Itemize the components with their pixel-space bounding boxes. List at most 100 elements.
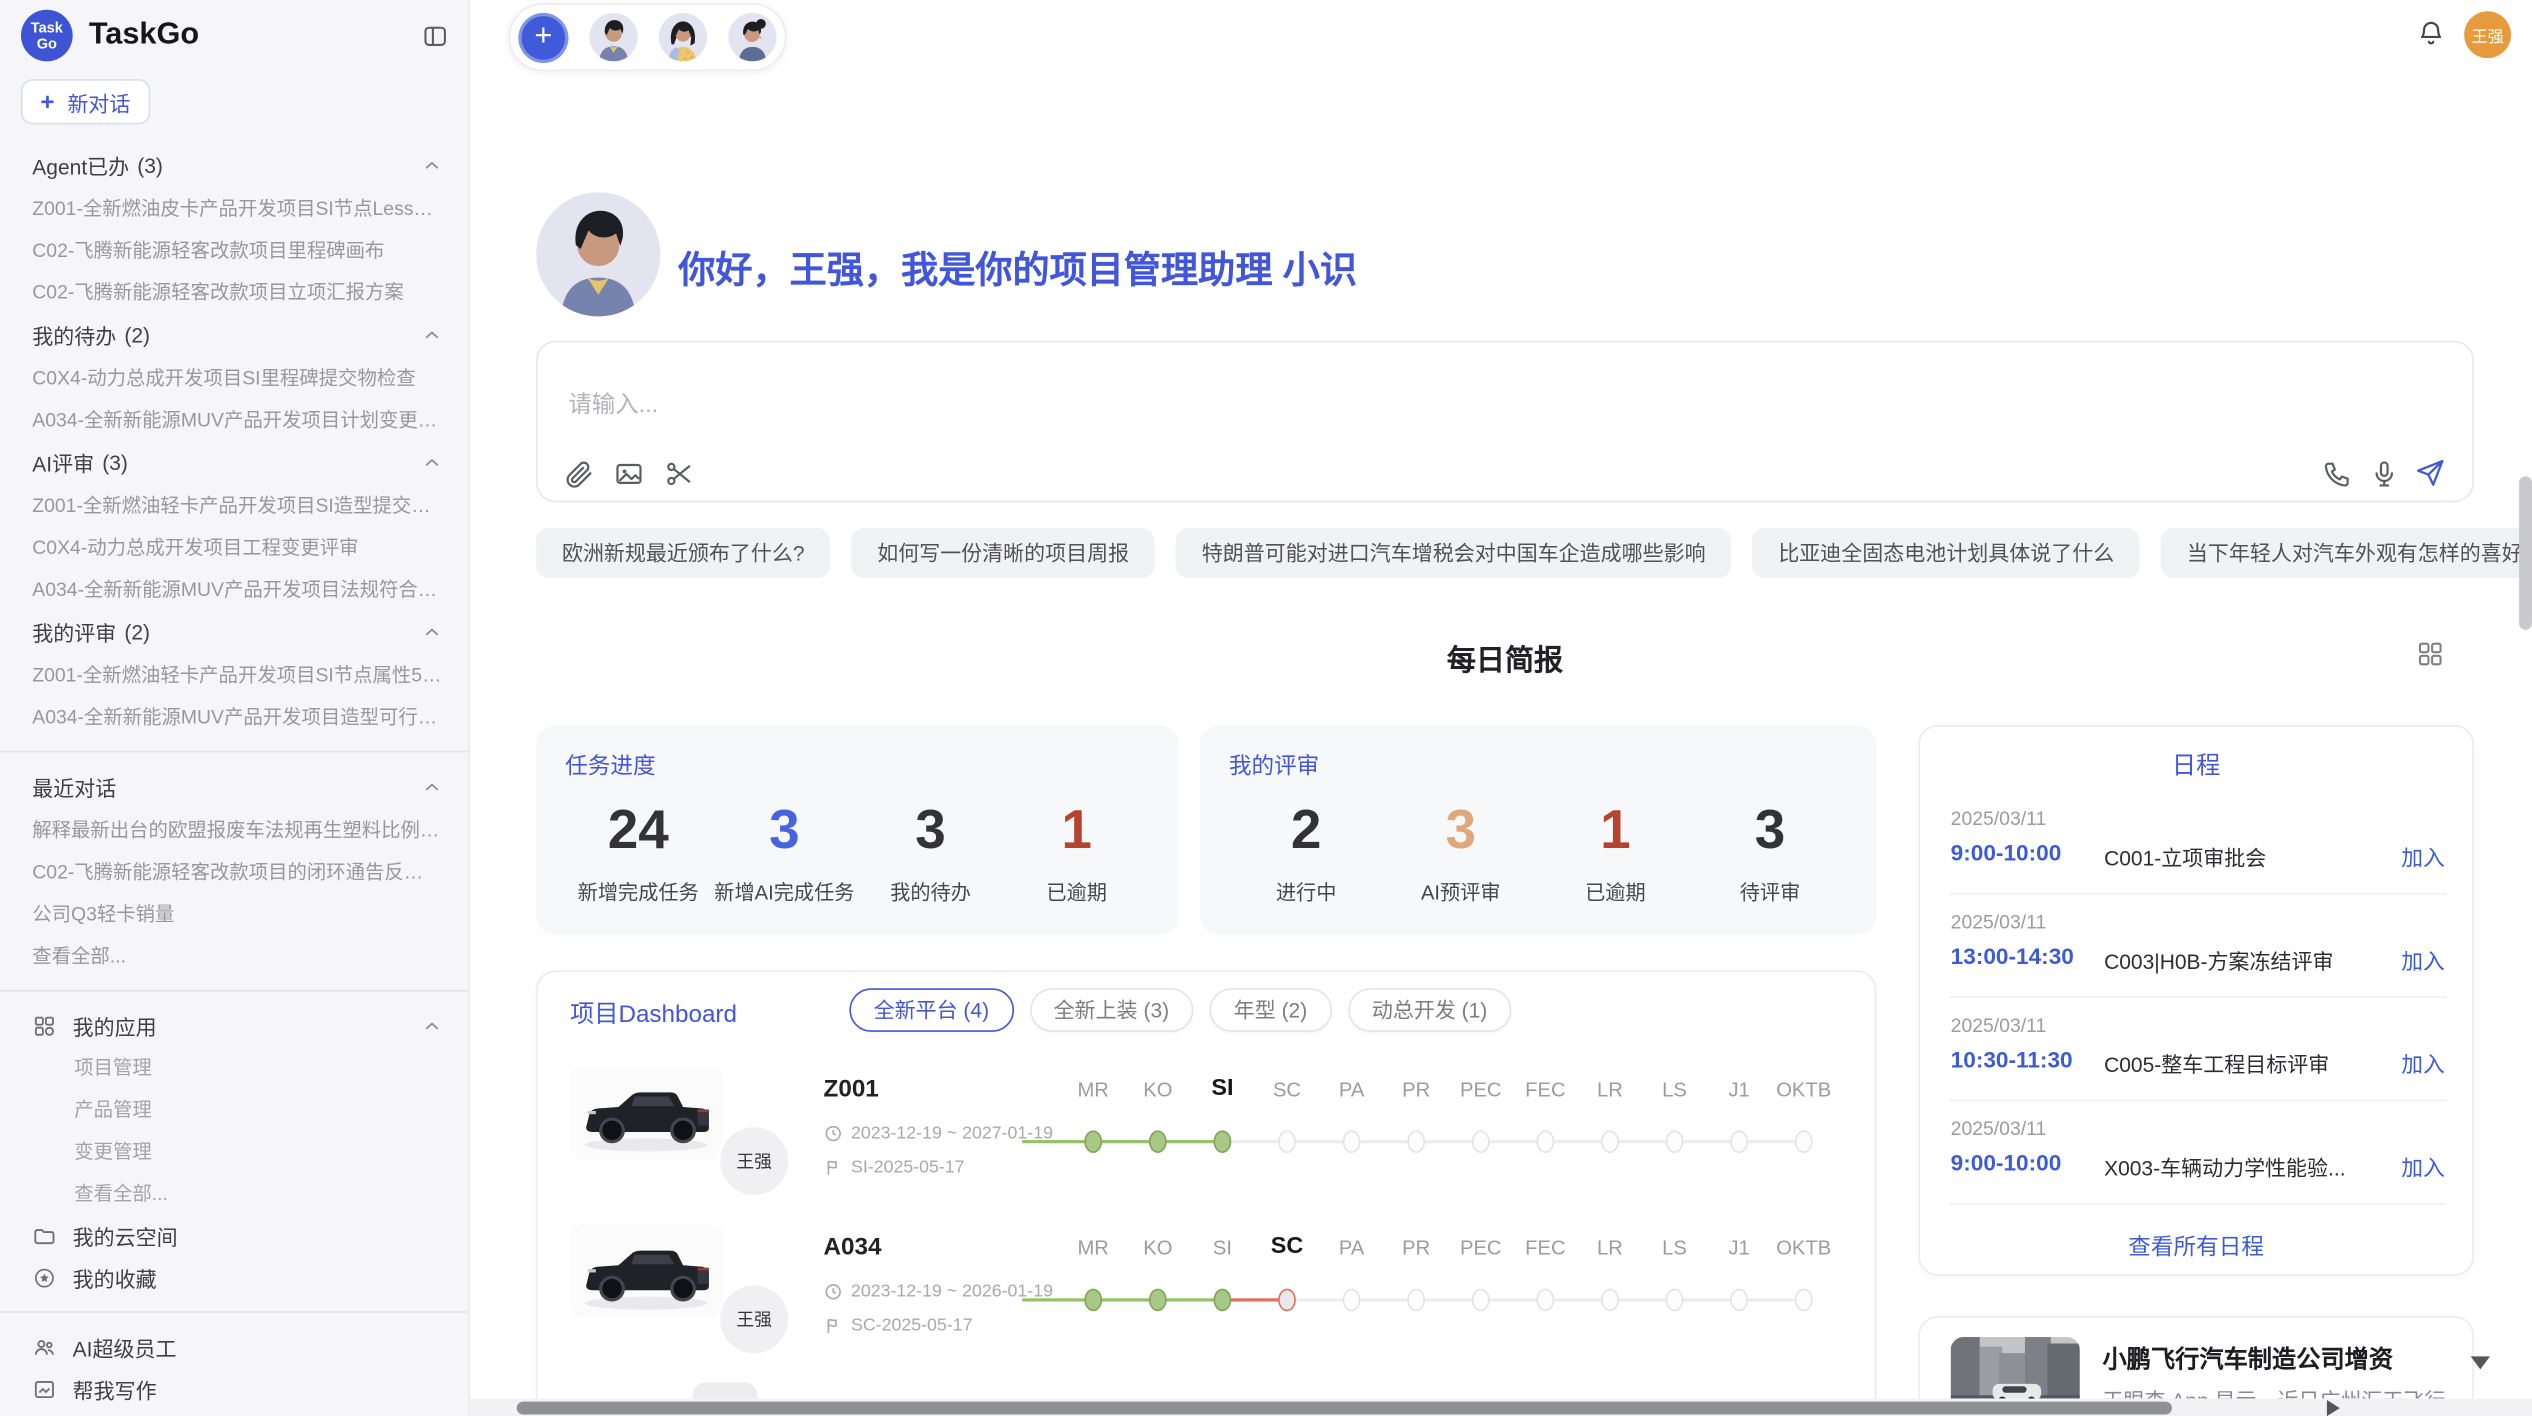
dashboard-tab[interactable]: 年型 (2)	[1210, 988, 1332, 1032]
app-item[interactable]: 产品管理	[0, 1088, 468, 1130]
favorites-icon	[32, 1265, 56, 1289]
milestone-connector	[1022, 1298, 1093, 1301]
suggestion-chip[interactable]: 比亚迪全固态电池计划具体说了什么	[1752, 528, 2140, 578]
briefing-grid-icon[interactable]	[2416, 639, 2445, 668]
milestone-j1[interactable]: J1	[1707, 1237, 1772, 1315]
suggestion-chip[interactable]: 如何写一份清晰的项目周报	[851, 528, 1155, 578]
schedule-join-link[interactable]: 加入	[2401, 840, 2445, 872]
milestone-ls[interactable]: LS	[1642, 1237, 1707, 1315]
milestone-lr[interactable]: LR	[1578, 1237, 1643, 1315]
project-row: 王强A0342023-12-19 ~ 2026-01-19SC-2025-05-…	[538, 1224, 1878, 1382]
milestone-j1[interactable]: J1	[1707, 1079, 1772, 1157]
dashboard-tab[interactable]: 动总开发 (1)	[1348, 988, 1512, 1032]
user-avatar[interactable]: 王强	[2464, 11, 2511, 58]
milestone-pr[interactable]: PR	[1384, 1079, 1449, 1157]
milestone-label: PA	[1319, 1079, 1384, 1102]
session-avatar-3[interactable]	[728, 13, 776, 61]
sidebar-task-item[interactable]: Z001-全新燃油轻卡产品开发项目SI节点属性5D文件评审	[0, 654, 468, 696]
suggestion-chip[interactable]: 当下年轻人对汽车外观有怎样的喜好趋势	[2161, 528, 2532, 578]
milestone-ko[interactable]: KO	[1126, 1237, 1191, 1315]
sidebar-tool-ai-staff[interactable]: AI超级员工	[0, 1326, 468, 1368]
stat-label: AI预评审	[1383, 875, 1538, 906]
vertical-scrollbar-thumb[interactable]	[2519, 476, 2532, 629]
suggestion-chip[interactable]: 欧洲新规最近颁布了什么?	[536, 528, 830, 578]
recent-chat-item[interactable]: C02-飞腾新能源轻客改款项目的闭环通告反馈情况	[0, 851, 468, 893]
milestone-oktb[interactable]: OKTB	[1771, 1237, 1836, 1315]
sidebar-tool-writing[interactable]: 帮我写作	[0, 1368, 468, 1410]
sidebar-task-item[interactable]: C02-飞腾新能源轻客改款项目立项汇报方案	[0, 271, 468, 313]
sidebar-tool-drawing[interactable]: 创意制图	[0, 1410, 468, 1416]
sidebar-task-item[interactable]: C0X4-动力总成开发项目工程变更评审	[0, 526, 468, 568]
my-apps-header[interactable]: 我的应用	[0, 1004, 468, 1046]
scroll-right-arrow-icon[interactable]	[2327, 1400, 2340, 1416]
suggestion-chip[interactable]: 特朗普可能对进口汽车增税会对中国车企造成哪些影响	[1176, 528, 1732, 578]
milestone-pa[interactable]: PA	[1319, 1237, 1384, 1315]
schedule-join-link[interactable]: 加入	[2401, 943, 2445, 975]
sidebar-section-header-2[interactable]: AI评审(3)	[0, 441, 468, 485]
project-milestones: MRKOSISCPAPRPECFECLRLSJ1OKTB	[1061, 1237, 1836, 1315]
sidebar-task-item[interactable]: C02-飞腾新能源轻客改款项目里程碑画布	[0, 229, 468, 271]
sidebar-collapse-icon[interactable]	[421, 22, 448, 49]
bell-icon[interactable]	[2416, 18, 2447, 49]
add-session-button[interactable]: +	[518, 12, 568, 62]
sidebar-task-item[interactable]: A034-全新新能源MUV产品开发项目计划变更表编写	[0, 399, 468, 441]
milestone-pa[interactable]: PA	[1319, 1079, 1384, 1157]
milestone-sc[interactable]: SC	[1255, 1079, 1320, 1157]
session-avatar-1[interactable]	[589, 13, 637, 61]
milestone-oktb[interactable]: OKTB	[1771, 1079, 1836, 1157]
milestone-mr[interactable]: MR	[1061, 1079, 1126, 1157]
dashboard-tab[interactable]: 全新平台 (4)	[849, 988, 1013, 1032]
sidebar-section-header-3[interactable]: 我的评审(2)	[0, 610, 468, 654]
dashboard-tab[interactable]: 全新上装 (3)	[1029, 988, 1193, 1032]
microphone-icon[interactable]	[2369, 459, 2400, 490]
sidebar-entry-cloud-folder[interactable]: 我的云空间	[0, 1214, 468, 1256]
milestone-pec[interactable]: PEC	[1448, 1079, 1513, 1157]
app-item[interactable]: 变更管理	[0, 1130, 468, 1172]
sidebar-section-header-0[interactable]: Agent已办(3)	[0, 144, 468, 188]
schedule-time: 13:00-14:30	[1951, 943, 2074, 969]
recent-chat-item[interactable]: 解释最新出台的欧盟报废车法规再生塑料比例被调至15%...	[0, 809, 468, 851]
section-label: 最近对话	[32, 772, 116, 803]
recent-chat-item[interactable]: 公司Q3轻卡销量	[0, 893, 468, 935]
milestone-si[interactable]: SI	[1190, 1079, 1255, 1157]
scissors-icon[interactable]	[664, 459, 695, 490]
send-icon[interactable]	[2414, 457, 2446, 489]
phone-icon[interactable]	[2322, 459, 2353, 490]
sidebar-task-item[interactable]: Z001-全新燃油皮卡产品开发项目SI节点Lesson Learn报告	[0, 187, 468, 229]
recent-chats-view-all[interactable]: 查看全部...	[0, 935, 468, 977]
milestone-dot	[1278, 1130, 1296, 1153]
schedule-join-link[interactable]: 加入	[2401, 1046, 2445, 1078]
stat-label: 进行中	[1229, 875, 1384, 906]
app-item[interactable]: 项目管理	[0, 1046, 468, 1088]
session-avatar-2[interactable]	[659, 13, 707, 61]
horizontal-scrollbar[interactable]	[470, 1398, 2532, 1416]
milestone-sc[interactable]: SC	[1255, 1237, 1320, 1315]
milestone-label: PEC	[1448, 1079, 1513, 1102]
recent-chats-header[interactable]: 最近对话	[0, 765, 468, 809]
milestone-pec[interactable]: PEC	[1448, 1237, 1513, 1315]
schedule-join-link[interactable]: 加入	[2401, 1150, 2445, 1182]
apps-view-all[interactable]: 查看全部...	[0, 1172, 468, 1214]
milestone-fec[interactable]: FEC	[1513, 1237, 1578, 1315]
sidebar-task-item[interactable]: A034-全新新能源MUV产品开发项目法规符合性评审	[0, 568, 468, 610]
milestone-fec[interactable]: FEC	[1513, 1079, 1578, 1157]
sidebar-task-item[interactable]: C0X4-动力总成开发项目SI里程碑提交物检查	[0, 357, 468, 399]
milestone-si[interactable]: SI	[1190, 1237, 1255, 1315]
sidebar-task-item[interactable]: Z001-全新燃油轻卡产品开发项目SI造型提交物评审	[0, 484, 468, 526]
image-icon[interactable]	[614, 459, 645, 490]
milestone-ko[interactable]: KO	[1126, 1079, 1191, 1157]
sidebar-section-header-1[interactable]: 我的待办(2)	[0, 313, 468, 357]
milestone-mr[interactable]: MR	[1061, 1237, 1126, 1315]
milestone-ls[interactable]: LS	[1642, 1079, 1707, 1157]
horizontal-scrollbar-thumb[interactable]	[517, 1401, 2172, 1414]
sidebar-task-item[interactable]: A034-全新新能源MUV产品开发项目造型可行性评审	[0, 696, 468, 738]
milestone-lr[interactable]: LR	[1578, 1079, 1643, 1157]
message-input[interactable]	[565, 391, 2348, 420]
scroll-down-arrow-icon[interactable]	[2471, 1356, 2490, 1369]
schedule-view-all[interactable]: 查看所有日程	[1920, 1230, 2472, 1262]
new-chat-button[interactable]: + 新对话	[21, 79, 150, 124]
stat-value: 24	[565, 798, 711, 863]
attachment-icon[interactable]	[564, 459, 595, 490]
sidebar-entry-favorites[interactable]: 我的收藏	[0, 1256, 468, 1298]
milestone-pr[interactable]: PR	[1384, 1237, 1449, 1315]
